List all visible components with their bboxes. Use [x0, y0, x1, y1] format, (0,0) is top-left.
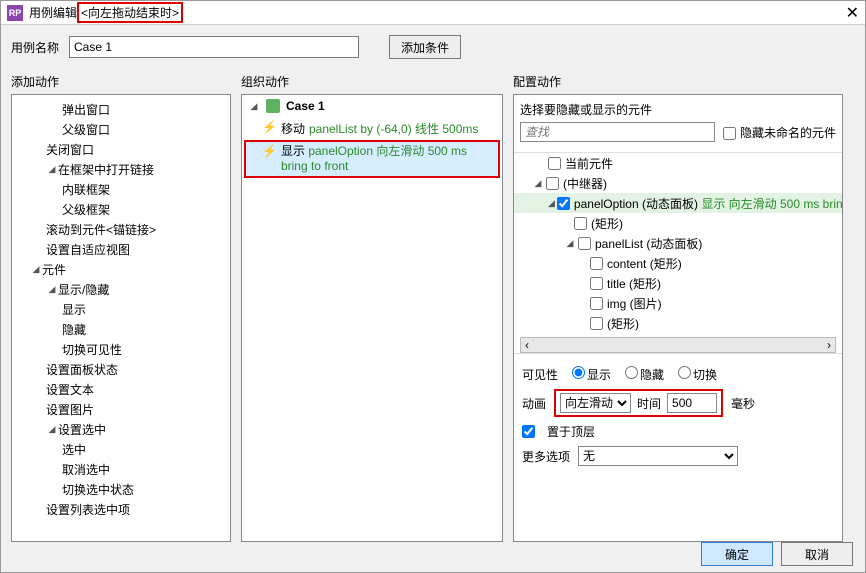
action-tree-item[interactable]: 切换可见性 [12, 339, 230, 359]
columns: 添加动作 弹出窗口父级窗口关闭窗口◢在框架中打开链接内联框架父级框架滚动到元件<… [1, 69, 865, 542]
action-move-label: 移动 [281, 120, 305, 137]
widget-repeater[interactable]: ◢(中继器) [514, 173, 842, 193]
config-form: 可见性 显示 隐藏 切换 动画 向左滑动 时间 毫秒 置于顶层 [514, 353, 842, 478]
case-label: Case 1 [286, 99, 325, 113]
title-prefix: 用例编辑 [29, 4, 77, 21]
action-show-label: 显示 [281, 144, 305, 158]
animation-settings-highlight: 向左滑动 时间 [554, 389, 723, 417]
action-tree-item[interactable]: ◢元件 [12, 259, 230, 279]
organize-panel: ◢ Case 1 ⚡ 移动 panelList by (-64,0) 线性 50… [241, 94, 503, 542]
chevron-down-icon[interactable]: ◢ [532, 178, 544, 189]
widget-tree[interactable]: 当前元件 ◢(中继器) ◢panelOption (动态面板) 显示 向左滑动 … [514, 152, 842, 333]
close-icon[interactable]: ✕ [846, 3, 859, 23]
title-event: <向左拖动结束时> [77, 2, 183, 23]
time-label: 时间 [637, 395, 661, 412]
visibility-row: 可见性 显示 隐藏 切换 [522, 366, 834, 383]
bolt-icon: ⚡ [262, 144, 277, 174]
col-organize: 组织动作 ◢ Case 1 ⚡ 移动 panelList by (-64,0) … [241, 69, 503, 542]
widget-title[interactable]: title (矩形) [514, 273, 842, 293]
time-unit: 毫秒 [731, 395, 755, 412]
action-tree-item[interactable]: 设置面板状态 [12, 359, 230, 379]
col-add-actions: 添加动作 弹出窗口父级窗口关闭窗口◢在框架中打开链接内联框架父级框架滚动到元件<… [11, 69, 231, 542]
widget-img[interactable]: img (图片) [514, 293, 842, 313]
bolt-icon: ⚡ [262, 120, 277, 137]
action-tree-item[interactable]: ◢在框架中打开链接 [12, 159, 230, 179]
action-tree-item[interactable]: 选中 [12, 439, 230, 459]
action-tree-item[interactable]: 父级窗口 [12, 119, 230, 139]
radio-show[interactable] [572, 366, 585, 379]
col-org-header: 组织动作 [241, 69, 503, 94]
more-options-select[interactable]: 无 [578, 446, 738, 466]
actions-tree[interactable]: 弹出窗口父级窗口关闭窗口◢在框架中打开链接内联框架父级框架滚动到元件<锚链接>设… [12, 95, 230, 523]
chevron-down-icon[interactable]: ◢ [46, 284, 58, 295]
ok-button[interactable]: 确定 [701, 542, 773, 566]
widget-content[interactable]: content (矩形) [514, 253, 842, 273]
chevron-down-icon[interactable]: ◢ [46, 164, 58, 175]
more-options-row: 更多选项 无 [522, 446, 834, 466]
hide-unnamed-option[interactable]: 隐藏未命名的元件 [723, 124, 836, 141]
chevron-down-icon[interactable]: ◢ [30, 264, 42, 275]
action-tree-item[interactable]: 滚动到元件<锚链接> [12, 219, 230, 239]
cancel-button[interactable]: 取消 [781, 542, 853, 566]
configure-panel: 选择要隐藏或显示的元件 隐藏未命名的元件 当前元件 ◢(中继器) ◢panelO… [513, 94, 843, 542]
action-tree-item[interactable]: 设置自适应视图 [12, 239, 230, 259]
action-tree-item[interactable]: ◢设置选中 [12, 419, 230, 439]
action-tree-item[interactable]: 设置图片 [12, 399, 230, 419]
action-tree-item[interactable]: 关闭窗口 [12, 139, 230, 159]
action-tree-item[interactable]: ◢显示/隐藏 [12, 279, 230, 299]
animation-label: 动画 [522, 395, 546, 412]
case-name-label: 用例名称 [11, 39, 59, 56]
time-input[interactable] [667, 393, 717, 413]
widget-panellist[interactable]: ◢panelList (动态面板) [514, 233, 842, 253]
widget-paneloption[interactable]: ◢panelOption (动态面板) 显示 向左滑动 500 ms bring… [514, 193, 842, 213]
search-input[interactable] [520, 122, 715, 142]
chevron-down-icon[interactable]: ◢ [564, 238, 576, 249]
widget-rect1[interactable]: (矩形) [514, 213, 842, 233]
action-tree-item[interactable]: 取消选中 [12, 459, 230, 479]
animation-select[interactable]: 向左滑动 [560, 393, 631, 413]
col-add-header: 添加动作 [11, 69, 231, 94]
titlebar: RP 用例编辑 <向左拖动结束时> ✕ [1, 1, 865, 25]
hide-unnamed-checkbox[interactable] [723, 127, 736, 140]
add-actions-panel: 弹出窗口父级窗口关闭窗口◢在框架中打开链接内联框架父级框架滚动到元件<锚链接>设… [11, 94, 231, 542]
widget-rect2[interactable]: (矩形) [514, 313, 842, 333]
action-tree-item[interactable]: 父级框架 [12, 199, 230, 219]
select-widget-label: 选择要隐藏或显示的元件 [520, 101, 836, 118]
animation-row: 动画 向左滑动 时间 毫秒 [522, 389, 834, 417]
action-tree-item[interactable]: 设置文本 [12, 379, 230, 399]
action-tree-item[interactable]: 显示 [12, 299, 230, 319]
action-tree-item[interactable]: 隐藏 [12, 319, 230, 339]
add-condition-button[interactable]: 添加条件 [389, 35, 461, 59]
footer: 确定 取消 [701, 542, 853, 566]
action-tree-item[interactable]: 内联框架 [12, 179, 230, 199]
case-icon [266, 99, 280, 113]
chevron-down-icon[interactable]: ◢ [548, 198, 555, 209]
bring-to-front-row[interactable]: 置于顶层 [522, 423, 834, 440]
col-conf-header: 配置动作 [513, 69, 843, 94]
action-tree-item[interactable]: 切换选中状态 [12, 479, 230, 499]
action-tree-item[interactable]: 设置列表选中项 [12, 499, 230, 519]
app-icon: RP [7, 5, 23, 21]
more-options-label: 更多选项 [522, 448, 570, 465]
bring-to-front-checkbox[interactable] [522, 425, 535, 438]
radio-hide[interactable] [625, 366, 638, 379]
action-show-selected[interactable]: ⚡ 显示 panelOption 向左滑动 500 ms bring to fr… [244, 140, 500, 178]
radio-toggle[interactable] [678, 366, 691, 379]
case-node[interactable]: ◢ Case 1 [242, 95, 502, 117]
chevron-down-icon[interactable]: ◢ [46, 424, 58, 435]
chevron-down-icon[interactable]: ◢ [248, 101, 260, 112]
widget-current[interactable]: 当前元件 [514, 153, 842, 173]
horizontal-scrollbar[interactable] [520, 337, 836, 353]
case-name-input[interactable] [69, 36, 359, 58]
action-move[interactable]: ⚡ 移动 panelList by (-64,0) 线性 500ms [242, 117, 502, 140]
col-configure: 配置动作 选择要隐藏或显示的元件 隐藏未命名的元件 当前元件 ◢(中继器) ◢p… [513, 69, 843, 542]
visibility-label: 可见性 [522, 366, 558, 383]
case-name-row: 用例名称 添加条件 [1, 25, 865, 69]
action-move-detail: panelList by (-64,0) 线性 500ms [309, 120, 478, 137]
action-show-detail: panelOption 向左滑动 500 ms bring to front [281, 144, 467, 173]
action-tree-item[interactable]: 弹出窗口 [12, 99, 230, 119]
